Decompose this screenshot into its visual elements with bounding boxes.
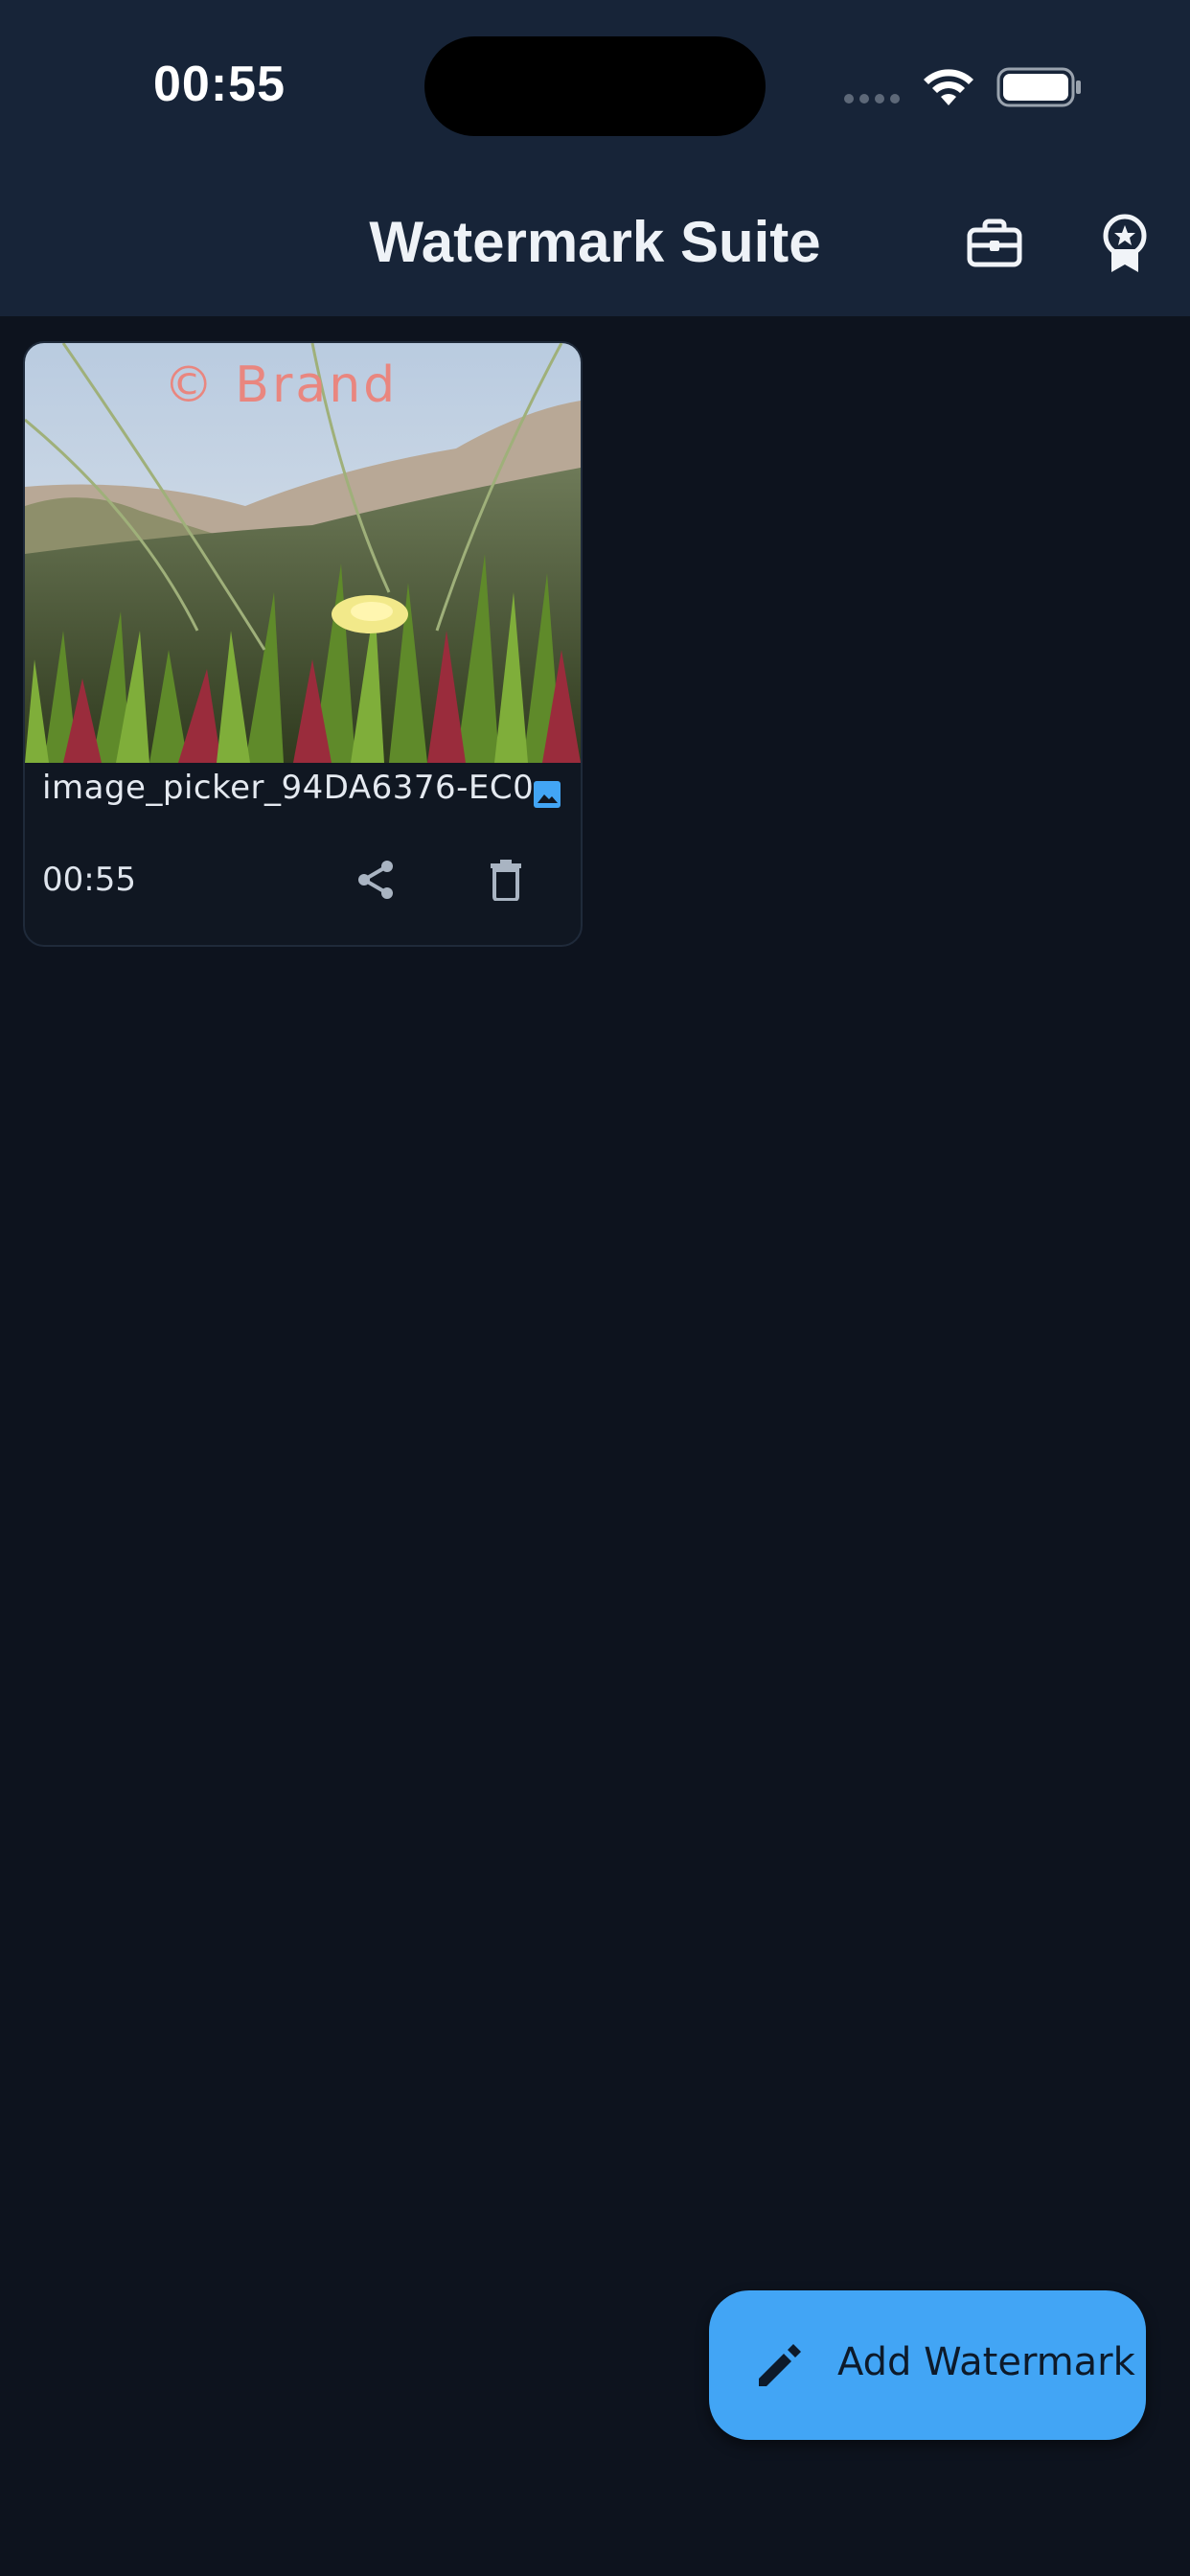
premium-button[interactable] (1087, 205, 1163, 282)
watermark-overlay-text: © Brand (163, 356, 399, 414)
app-screen: 00:55 Watermark Suite © Brand image_pick… (0, 0, 1190, 2576)
file-name: image_picker_94DA6376-EC0... (42, 769, 540, 807)
pencil-icon (759, 2344, 801, 2386)
wifi-icon (924, 69, 973, 105)
image-thumbnail[interactable]: © Brand (25, 343, 581, 763)
cellular-signal-icon (844, 94, 900, 104)
share-icon (358, 861, 393, 899)
tools-button[interactable] (956, 205, 1033, 282)
watermark-item-card[interactable]: © Brand image_picker_94DA6376-EC0... 00:… (23, 341, 583, 947)
dynamic-island (424, 36, 766, 136)
image-icon (534, 781, 561, 808)
add-watermark-label: Add Watermark (837, 2340, 1135, 2384)
delete-icon (491, 860, 521, 901)
add-watermark-button[interactable]: Add Watermark (709, 2290, 1146, 2440)
status-time: 00:55 (153, 57, 286, 112)
app-bar: 00:55 Watermark Suite (0, 0, 1190, 316)
share-button[interactable] (337, 841, 414, 918)
item-time: 00:55 (42, 861, 136, 899)
battery-icon (996, 67, 1081, 107)
toolbox-icon (967, 218, 1022, 267)
delete-button[interactable] (468, 841, 544, 918)
award-badge-icon (1103, 214, 1147, 272)
